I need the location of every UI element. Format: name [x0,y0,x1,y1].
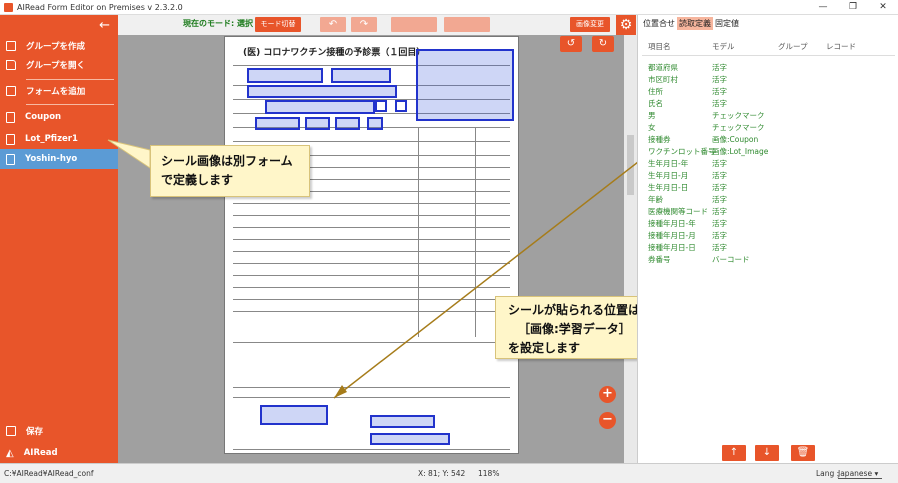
item-name-cell: 接種券 [648,135,671,144]
delete-button[interactable]: 🗑 [791,445,815,461]
item-name-cell: 接種年月日-日 [648,243,696,252]
item-name-cell: 生年月日-日 [648,183,689,192]
item-name-cell: 接種年月日-月 [648,231,696,240]
callout-left: シール画像は別フォーム で定義します [150,145,310,197]
item-name-cell: 生年月日-年 [648,159,689,168]
table-row[interactable]: ワクチンロット番号 画像:Lot_Image [638,146,898,157]
item-name-cell: 女 [648,123,656,132]
table-row[interactable]: 券番号 バーコード [638,254,898,265]
item-name-cell: ワクチンロット番号 [648,147,716,156]
status-zoom: 118% [478,469,500,478]
language-label: Lang : [816,469,840,478]
tab-alignment[interactable]: 位置合せ [641,17,677,30]
model-cell: 活字 [712,219,727,228]
column-header: モデル [712,42,735,51]
column-header: グループ [778,42,808,51]
table-row[interactable]: 接種券 画像:Coupon [638,134,898,145]
status-path: C:¥AIRead¥AIRead_conf [4,469,94,478]
language-select[interactable]: Japanese ▾ [838,469,882,479]
tab-fixed-values[interactable]: 固定値 [713,17,741,30]
arrow-line [333,161,639,399]
item-name-cell: 都道府県 [648,63,678,72]
table-row[interactable]: 男 チェックマーク [638,110,898,121]
item-name-cell: 年齢 [648,195,663,204]
table-header: 項目名 モデル グループ レコード [638,39,898,53]
callout-text: で定義します [161,173,234,187]
language-value: Japanese [838,469,873,478]
model-cell: 活字 [712,87,727,96]
status-coordinates: X: 81; Y: 542 [418,469,466,478]
table-row[interactable]: 市区町村 活字 [638,74,898,85]
column-header: 項目名 [648,42,671,51]
table-row[interactable]: 生年月日-日 活字 [638,182,898,193]
status-bar: C:¥AIRead¥AIRead_conf X: 81; Y: 542 118%… [0,463,898,483]
table-row[interactable]: 接種年月日-月 活字 [638,230,898,241]
model-cell: 画像:Lot_Image [712,147,769,156]
callout-pointer [107,139,151,169]
model-cell: 活字 [712,99,727,108]
item-name-cell: 男 [648,111,656,120]
model-cell: 活字 [712,171,727,180]
item-name-cell: 生年月日-月 [648,171,689,180]
model-cell: 活字 [712,63,727,72]
model-cell: 活字 [712,207,727,216]
item-name-cell: 住所 [648,87,663,96]
item-name-cell: 券番号 [648,255,671,264]
model-cell: 活字 [712,231,727,240]
table-row[interactable]: 女 チェックマーク [638,122,898,133]
table-row[interactable]: 接種年月日-年 活字 [638,218,898,229]
table-row[interactable]: 都道府県 活字 [638,62,898,73]
callout-text: シール画像は別フォーム [161,154,293,168]
item-name-cell: 接種年月日-年 [648,219,696,228]
tab-read-definition[interactable]: 読取定義 [677,17,713,30]
model-cell: 活字 [712,159,727,168]
table-row[interactable]: 生年月日-年 活字 [638,158,898,169]
item-name-cell: 市区町村 [648,75,678,84]
table-row[interactable]: 住所 活字 [638,86,898,97]
move-down-button[interactable]: ↓ [755,445,779,461]
column-header: レコード [826,42,856,51]
table-row[interactable]: 医療機関等コード 活字 [638,206,898,217]
move-up-button[interactable]: ↑ [722,445,746,461]
model-cell: 活字 [712,75,727,84]
model-cell: チェックマーク [712,123,765,132]
model-cell: 活字 [712,243,727,252]
table-row[interactable]: 接種年月日-日 活字 [638,242,898,253]
model-cell: バーコード [712,255,750,264]
model-cell: 活字 [712,183,727,192]
table-row[interactable]: 氏名 活字 [638,98,898,109]
item-name-cell: 氏名 [648,99,663,108]
right-panel: 位置合せ 読取定義 固定値 項目名 モデル グループ レコード 都道府県 活字 市区… [637,15,898,463]
model-cell: チェックマーク [712,111,765,120]
model-cell: 活字 [712,195,727,204]
item-name-cell: 医療機関等コード [648,207,708,216]
right-panel-tabs: 位置合せ 読取定義 固定値 [641,17,741,30]
arrow-head [334,385,347,398]
table-row[interactable]: 年齢 活字 [638,194,898,205]
model-cell: 画像:Coupon [712,135,759,144]
table-row[interactable]: 生年月日-月 活字 [638,170,898,181]
